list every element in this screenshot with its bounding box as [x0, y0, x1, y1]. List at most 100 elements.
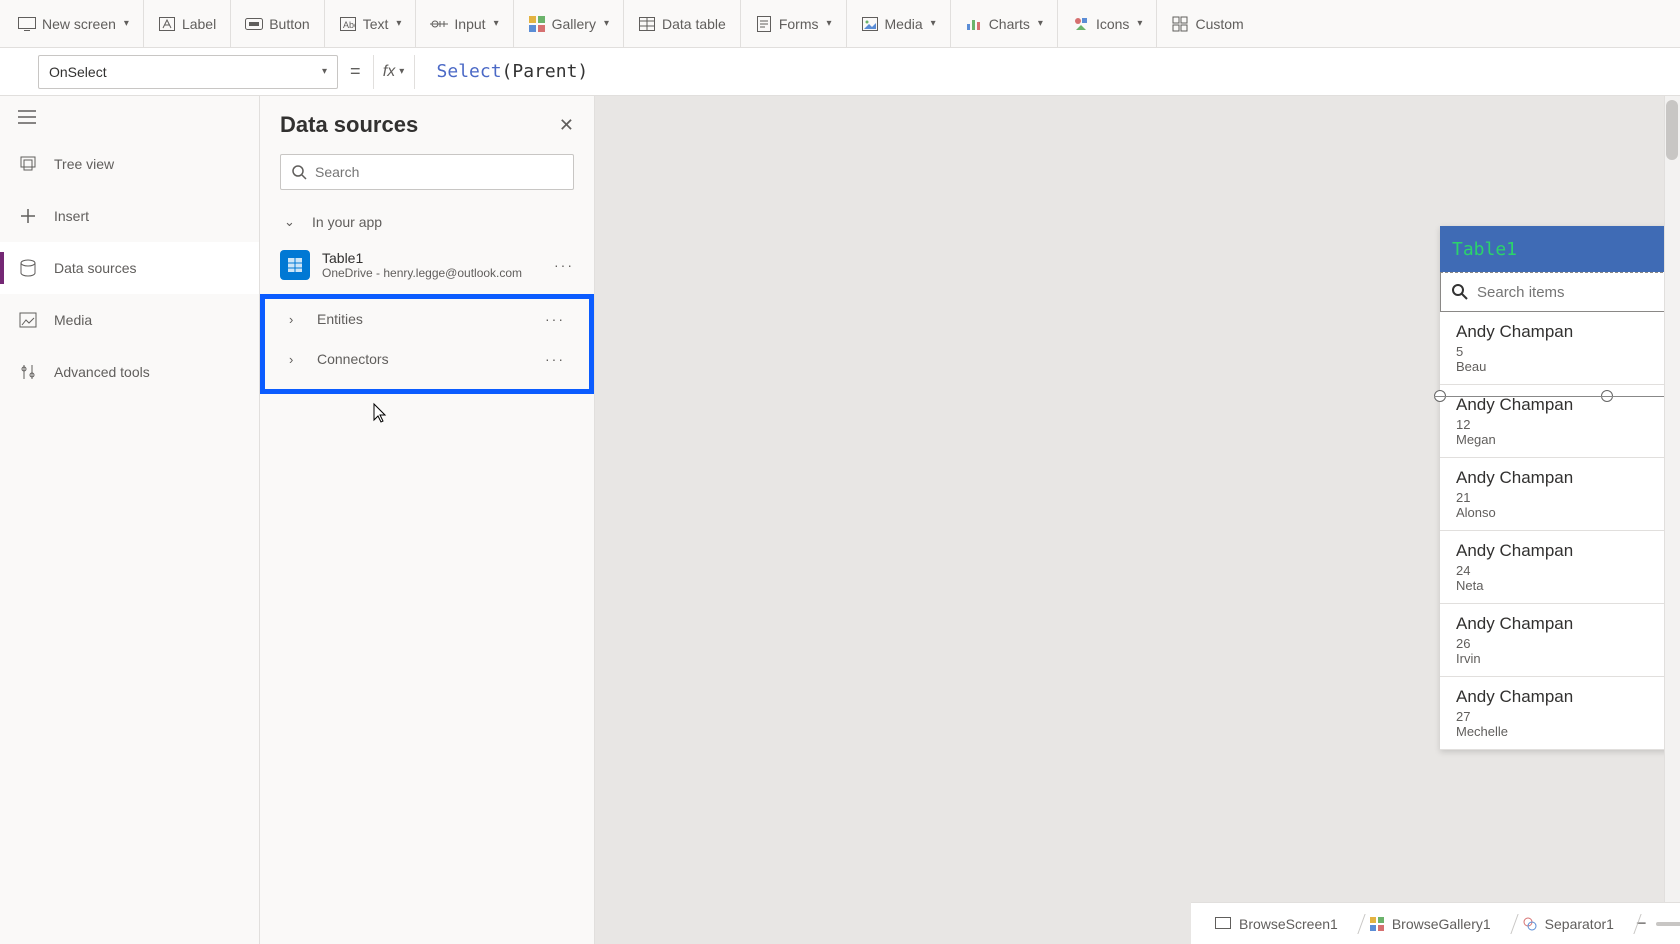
- chevron-down-icon: ▾: [396, 18, 401, 29]
- breadcrumb-gallery[interactable]: BrowseGallery1: [1360, 910, 1509, 938]
- plus-icon: [18, 206, 38, 226]
- scrollbar-thumb[interactable]: [1666, 100, 1678, 160]
- screen-icon: [1215, 917, 1231, 931]
- formula-arg: Parent: [512, 61, 577, 82]
- icons-button[interactable]: Icons ▾: [1058, 0, 1158, 47]
- search-icon: [1451, 283, 1469, 301]
- crumb3-label: Separator1: [1545, 916, 1614, 932]
- button-button[interactable]: Button: [231, 0, 324, 47]
- custom-icon: [1171, 15, 1189, 33]
- tree-view-button[interactable]: Tree view: [0, 138, 259, 190]
- item-sub: Alonso: [1456, 505, 1680, 520]
- selection-line: [1434, 396, 1680, 397]
- tree-view-label: Tree view: [54, 156, 114, 172]
- tree-icon: [18, 154, 38, 174]
- separator-icon: [1523, 917, 1537, 931]
- item-sub: Megan: [1456, 432, 1680, 447]
- charts-label: Charts: [989, 16, 1030, 32]
- ds-search-box[interactable]: [280, 154, 574, 190]
- charts-button[interactable]: Charts ▾: [951, 0, 1058, 47]
- text-button[interactable]: Abc Text ▾: [325, 0, 417, 47]
- property-dropdown[interactable]: OnSelect ▾: [38, 55, 338, 89]
- data-sources-button[interactable]: Data sources: [0, 242, 259, 294]
- forms-label: Forms: [779, 16, 819, 32]
- close-icon[interactable]: ✕: [559, 115, 574, 136]
- gallery-item[interactable]: Andy Champan 27 Mechelle ›: [1440, 677, 1680, 750]
- more-icon[interactable]: ···: [545, 311, 565, 327]
- gallery-item[interactable]: Andy Champan 21 Alonso ›: [1440, 458, 1680, 531]
- data-sources-panel: Data sources ✕ ⌄ In your app Table1 OneD…: [260, 96, 595, 944]
- ds-search-input[interactable]: [315, 164, 563, 180]
- entities-label: Entities: [317, 311, 363, 327]
- excel-icon: [280, 250, 310, 280]
- breadcrumb-separator[interactable]: Separator1: [1513, 910, 1632, 938]
- item-sub: Irvin: [1456, 651, 1680, 666]
- svg-text:Abc: Abc: [343, 20, 356, 30]
- insert-label: Insert: [54, 208, 89, 224]
- formula-input[interactable]: Select(Parent): [427, 61, 1670, 82]
- connectors-section[interactable]: › Connectors ···: [265, 339, 589, 379]
- advanced-tools-label: Advanced tools: [54, 364, 150, 380]
- chevron-down-icon: ▾: [399, 66, 404, 77]
- icons-label: Icons: [1096, 16, 1129, 32]
- item-number: 12: [1456, 417, 1680, 432]
- equals-label: =: [350, 61, 361, 82]
- new-screen-button[interactable]: New screen ▾: [4, 0, 144, 47]
- phone-search-box[interactable]: [1440, 272, 1680, 312]
- crumb2-label: BrowseGallery1: [1392, 916, 1491, 932]
- search-icon: [291, 164, 307, 180]
- chevron-down-icon: ▾: [494, 18, 499, 29]
- input-button[interactable]: Input ▾: [416, 0, 513, 47]
- canvas-area[interactable]: Table1 Andy Champan 5 Beau › Andy Champa…: [595, 96, 1680, 944]
- zoom-controls: − + 44 % ⤢: [1636, 913, 1680, 934]
- item-sub: Beau: [1456, 359, 1680, 374]
- label-button[interactable]: Label: [144, 0, 231, 47]
- new-screen-label: New screen: [42, 16, 116, 32]
- fx-button[interactable]: fx ▾: [373, 55, 415, 89]
- gallery-button[interactable]: Gallery ▾: [514, 0, 624, 47]
- charts-icon: [965, 15, 983, 33]
- custom-button[interactable]: Custom: [1157, 0, 1257, 47]
- chevron-down-icon: ▾: [1137, 18, 1142, 29]
- hamburger-button[interactable]: [0, 96, 259, 138]
- more-icon[interactable]: ···: [545, 351, 565, 367]
- label-icon: [158, 15, 176, 33]
- media-nav-icon: [18, 310, 38, 330]
- datatable-button[interactable]: Data table: [624, 0, 741, 47]
- fx-icon: fx: [383, 63, 395, 81]
- media-nav-button[interactable]: Media: [0, 294, 259, 346]
- gallery-item[interactable]: Andy Champan 5 Beau ›: [1440, 312, 1680, 385]
- formula-func: Select: [437, 61, 502, 82]
- table1-item[interactable]: Table1 OneDrive - henry.legge@outlook.co…: [260, 242, 594, 288]
- gallery-item[interactable]: Andy Champan 26 Irvin ›: [1440, 604, 1680, 677]
- entities-section[interactable]: › Entities ···: [265, 299, 589, 339]
- item-number: 26: [1456, 636, 1680, 651]
- media-button[interactable]: Media ▾: [847, 0, 951, 47]
- more-icon[interactable]: ···: [554, 257, 574, 273]
- breadcrumb-screen[interactable]: BrowseScreen1: [1205, 910, 1356, 938]
- icons-icon: [1072, 15, 1090, 33]
- datatable-label: Data table: [662, 16, 726, 32]
- chevron-down-icon: ▾: [931, 18, 936, 29]
- data-sources-label: Data sources: [54, 260, 136, 276]
- hamburger-icon: [18, 110, 36, 124]
- in-your-app-section[interactable]: ⌄ In your app: [260, 202, 594, 242]
- forms-icon: [755, 15, 773, 33]
- item-title: Andy Champan: [1456, 322, 1680, 342]
- item-sub: Neta: [1456, 578, 1680, 593]
- zoom-slider[interactable]: [1656, 922, 1680, 926]
- forms-button[interactable]: Forms ▾: [741, 0, 847, 47]
- item-number: 21: [1456, 490, 1680, 505]
- gallery-item[interactable]: Andy Champan 24 Neta ›: [1440, 531, 1680, 604]
- insert-button[interactable]: Insert: [0, 190, 259, 242]
- text-label: Text: [363, 16, 389, 32]
- item-sub: Mechelle: [1456, 724, 1680, 739]
- advanced-tools-button[interactable]: Advanced tools: [0, 346, 259, 398]
- status-bar: BrowseScreen1 BrowseGallery1 Separator1 …: [1191, 902, 1680, 944]
- phone-search-input[interactable]: [1477, 284, 1680, 301]
- item-number: 27: [1456, 709, 1680, 724]
- vertical-scrollbar[interactable]: [1664, 96, 1680, 944]
- item-title: Andy Champan: [1456, 395, 1680, 415]
- item-number: 5: [1456, 344, 1680, 359]
- left-rail: Tree view Insert Data sources Media Adva…: [0, 96, 260, 944]
